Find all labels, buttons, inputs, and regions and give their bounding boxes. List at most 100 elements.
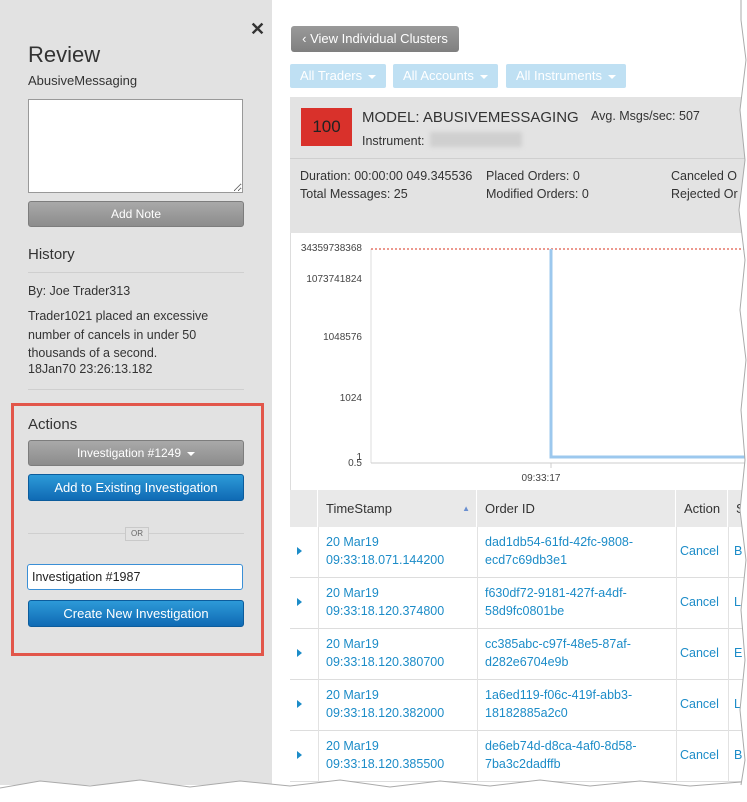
instrument-value-blurred xyxy=(430,132,522,147)
side-cell[interactable]: B xyxy=(734,746,747,764)
column-header-label: Action xyxy=(684,501,721,516)
table-row[interactable]: 20 Mar19 09:33:18.120.385500 de6eb74d-d8ca… xyxy=(290,731,747,782)
order-id-cell[interactable]: dad1db54-61fd-42fc-9808- ecd7c69db3e1 xyxy=(485,533,633,569)
add-existing-investigation-button[interactable]: Add to Existing Investigation xyxy=(28,474,244,501)
column-header-label: S xyxy=(736,501,745,516)
cell-divider xyxy=(477,680,478,731)
order-id-cell[interactable]: cc385abc-c97f-48e5-87af-d282e6704e9b xyxy=(485,635,631,671)
score-badge: 100 xyxy=(301,108,352,146)
investigation-select[interactable]: Investigation #1249 xyxy=(28,440,244,466)
expand-row-icon[interactable] xyxy=(297,547,302,555)
timestamp-date: 20 Mar19 xyxy=(326,586,379,600)
model-name: MODEL: ABUSIVEMESSAGING xyxy=(362,109,579,126)
filter-accounts-label: All Accounts xyxy=(403,68,474,83)
cell-divider xyxy=(318,629,319,680)
table-row[interactable]: 20 Mar19 09:33:18.120.380700 cc385abc-c97f… xyxy=(290,629,747,680)
action-cell[interactable]: Cancel xyxy=(680,695,719,713)
timestamp-date: 20 Mar19 xyxy=(326,637,379,651)
total-messages: Total Messages: 25 xyxy=(300,187,408,201)
timestamp-cell[interactable]: 20 Mar19 09:33:18.120.385500 xyxy=(326,737,444,773)
history-text: Trader1021 placed an excessive number of… xyxy=(28,309,209,360)
sort-asc-icon: ▲ xyxy=(462,504,470,513)
divider xyxy=(290,158,747,159)
expand-row-icon[interactable] xyxy=(297,751,302,759)
canceled-orders: Canceled O xyxy=(671,169,738,183)
side-cell[interactable]: B xyxy=(734,542,747,560)
action-cell[interactable]: Cancel xyxy=(680,593,719,611)
timestamp-cell[interactable]: 20 Mar19 09:33:18.120.382000 xyxy=(326,686,444,722)
review-title: Review xyxy=(28,42,101,67)
table-row[interactable]: 20 Mar19 09:33:18.120.374800 f630df72-9181… xyxy=(290,578,747,629)
filter-accounts[interactable]: All Accounts xyxy=(393,64,498,88)
cell-divider xyxy=(676,680,677,731)
order-id-cell[interactable]: f630df72-9181-427f-a4df- 58d9fc0801be xyxy=(485,584,627,620)
cell-divider xyxy=(477,731,478,782)
modified-orders: Modified Orders: 0 xyxy=(486,187,589,201)
note-textarea[interactable] xyxy=(28,99,243,193)
new-investigation-input[interactable] xyxy=(27,564,243,590)
timestamp-cell[interactable]: 20 Mar19 09:33:18.071.144200 xyxy=(326,533,444,569)
table-row[interactable]: 20 Mar19 09:33:18.120.382000 1a6ed119-f06c… xyxy=(290,680,747,731)
history-timestamp: 18Jan70 23:26:13.182 xyxy=(28,362,153,376)
order-id-line1: 1a6ed119-f06c-419f-abb3- xyxy=(485,688,633,702)
cell-divider xyxy=(676,527,677,578)
column-header-label: Order ID xyxy=(485,501,535,516)
history-author: By: Joe Trader313 xyxy=(28,284,131,298)
avg-msgs: Avg. Msgs/sec: 507 xyxy=(591,109,700,123)
cell-divider xyxy=(318,578,319,629)
create-new-investigation-button[interactable]: Create New Investigation xyxy=(28,600,244,627)
placed-orders: Placed Orders: 0 xyxy=(486,169,580,183)
review-subtitle: AbusiveMessaging xyxy=(28,73,138,88)
order-id-line2: d282e6704e9b xyxy=(485,655,569,669)
cell-divider xyxy=(477,527,478,578)
order-id-line1: cc385abc-c97f-48e5-87af- xyxy=(485,637,631,651)
action-cell[interactable]: Cancel xyxy=(680,542,719,560)
timestamp-time: 09:33:18.120.385500 xyxy=(326,757,445,771)
action-cell[interactable]: Cancel xyxy=(680,746,719,764)
series-line xyxy=(549,249,747,459)
divider xyxy=(28,272,244,273)
side-cell[interactable]: L xyxy=(734,695,747,713)
review-panel: ✕ Review AbusiveMessaging Add Note Histo… xyxy=(0,0,272,785)
order-id-line1: de6eb74d-d8ca-4af0-8d58- xyxy=(485,739,637,753)
actions-title: Actions xyxy=(28,416,78,433)
expand-row-icon[interactable] xyxy=(297,598,302,606)
chevron-down-icon xyxy=(607,74,616,79)
table-row[interactable]: 20 Mar19 09:33:18.071.144200 dad1db54-61fd… xyxy=(290,527,747,578)
expand-row-icon[interactable] xyxy=(297,649,302,657)
filter-traders[interactable]: All Traders xyxy=(290,64,387,88)
model-summary: 100 MODEL: ABUSIVEMESSAGING Avg. Msgs/se… xyxy=(290,97,747,233)
timestamp-date: 20 Mar19 xyxy=(326,739,379,753)
cell-divider xyxy=(728,527,729,578)
cell-divider xyxy=(676,731,677,782)
rejected-orders: Rejected Or xyxy=(671,187,738,201)
side-cell[interactable]: E xyxy=(734,644,747,662)
cell-divider xyxy=(728,731,729,782)
expand-row-icon[interactable] xyxy=(297,700,302,708)
cell-divider xyxy=(318,680,319,731)
filter-instruments[interactable]: All Instruments xyxy=(506,64,626,88)
chevron-down-icon xyxy=(479,74,488,79)
cell-divider xyxy=(477,578,478,629)
column-header-timestamp[interactable]: TimeStamp ▲ xyxy=(318,490,477,527)
back-button[interactable]: ‹ View Individual Clusters xyxy=(291,26,459,52)
back-button-label: View Individual Clusters xyxy=(310,31,448,46)
add-note-button[interactable]: Add Note xyxy=(28,201,244,227)
order-id-line2: 7ba3c2dadffb xyxy=(485,757,561,771)
timestamp-cell[interactable]: 20 Mar19 09:33:18.120.374800 xyxy=(326,584,444,620)
timestamp-cell[interactable]: 20 Mar19 09:33:18.120.380700 xyxy=(326,635,444,671)
cell-divider xyxy=(318,731,319,782)
close-icon[interactable]: ✕ xyxy=(250,20,265,38)
column-header-order-id[interactable]: Order ID xyxy=(477,490,676,527)
column-header-action[interactable]: Action xyxy=(676,490,728,527)
chevron-down-icon xyxy=(187,451,196,456)
side-cell[interactable]: L xyxy=(734,593,747,611)
column-header-side[interactable]: S xyxy=(728,490,747,527)
order-id-line2: 18182885a2c0 xyxy=(485,706,568,720)
cell-divider xyxy=(728,629,729,680)
order-id-cell[interactable]: de6eb74d-d8ca-4af0-8d58- 7ba3c2dadffb xyxy=(485,737,637,773)
order-id-line2: ecd7c69db3e1 xyxy=(485,553,568,567)
action-cell[interactable]: Cancel xyxy=(680,644,719,662)
investigation-select-label: Investigation #1249 xyxy=(76,446,182,460)
order-id-cell[interactable]: 1a6ed119-f06c-419f-abb3- 18182885a2c0 xyxy=(485,686,632,722)
